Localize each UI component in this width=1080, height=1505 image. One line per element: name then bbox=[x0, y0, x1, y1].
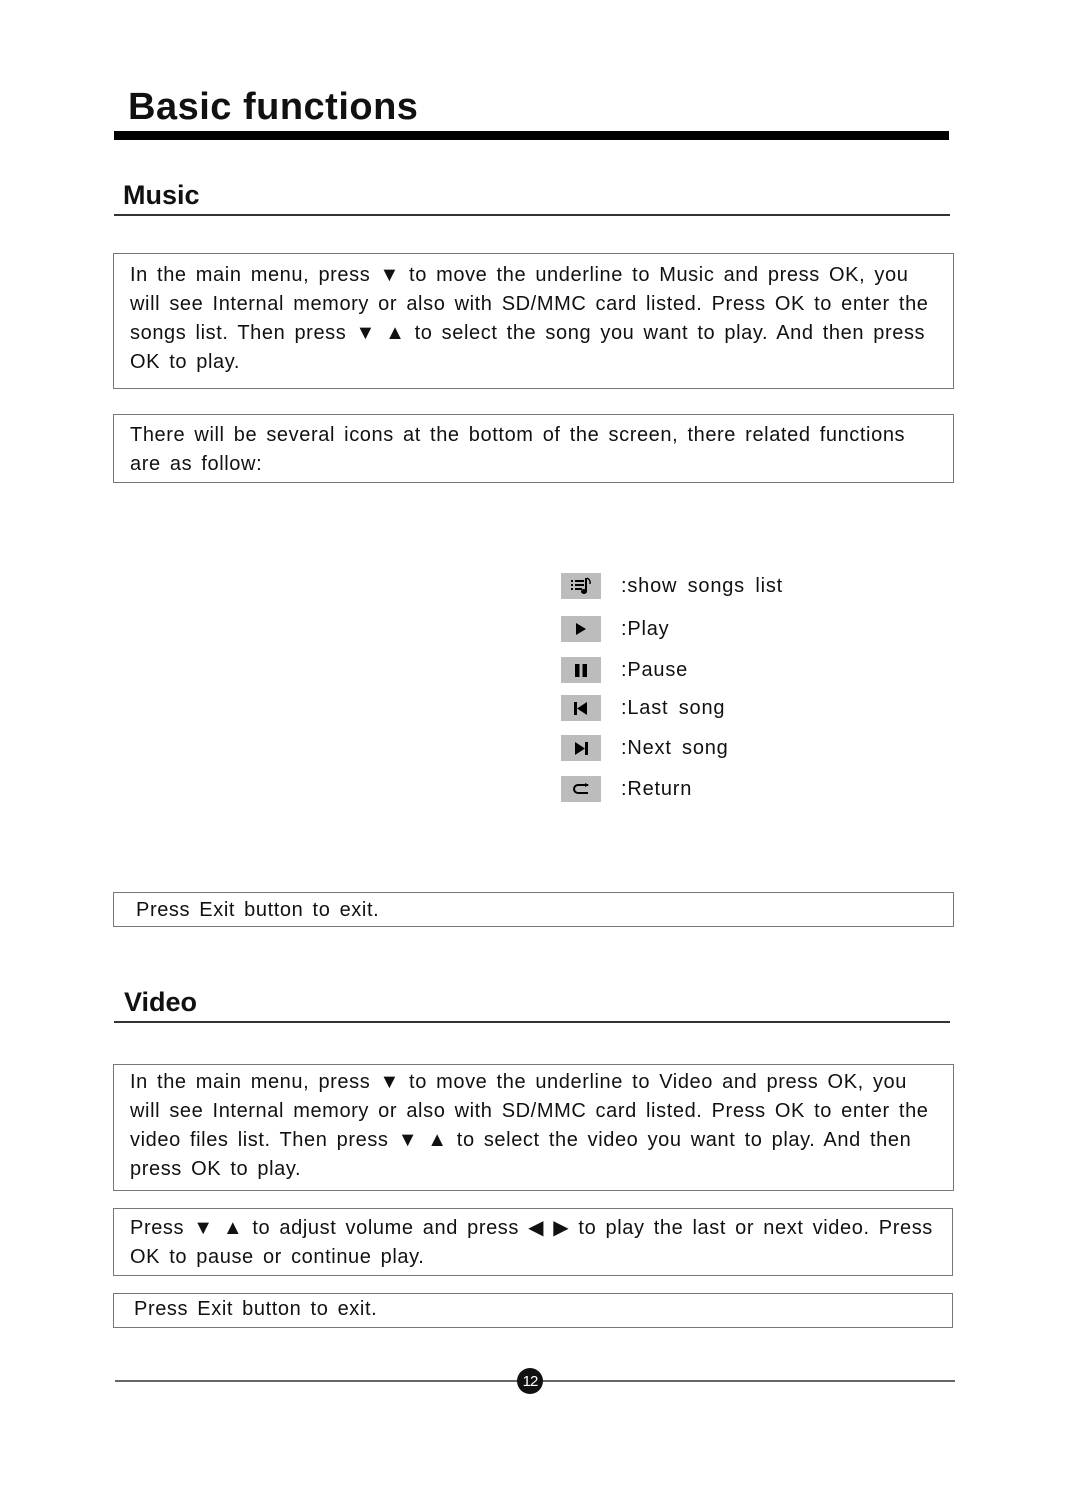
legend-item-pause: :Pause bbox=[561, 656, 688, 684]
title-divider bbox=[114, 131, 949, 140]
previous-track-icon bbox=[561, 695, 601, 721]
music-icons-note-text: There will be several icons at the botto… bbox=[130, 424, 906, 475]
music-exit-text: Press Exit button to exit. bbox=[136, 899, 380, 921]
page-title: Basic functions bbox=[128, 86, 419, 128]
legend-item-next-song: :Next song bbox=[561, 734, 729, 762]
music-intro-box: In the main menu, press ▼ to move the un… bbox=[113, 253, 954, 389]
video-controls-box: Press ▼ ▲ to adjust volume and press ◀ ▶… bbox=[113, 1208, 953, 1276]
legend-item-songs-list: :show songs list bbox=[561, 572, 783, 600]
music-exit-box: Press Exit button to exit. bbox=[113, 892, 954, 927]
video-intro-text: In the main menu, press ▼ to move the un… bbox=[130, 1071, 929, 1180]
return-icon bbox=[561, 776, 601, 802]
legend-label: :Return bbox=[621, 777, 693, 800]
legend-label: :Next song bbox=[621, 736, 729, 759]
legend-item-last-song: :Last song bbox=[561, 694, 725, 722]
pause-icon bbox=[561, 657, 601, 683]
video-controls-text: Press ▼ ▲ to adjust volume and press ◀ ▶… bbox=[130, 1217, 933, 1268]
music-icons-note-box: There will be several icons at the botto… bbox=[113, 414, 954, 483]
video-exit-box: Press Exit button to exit. bbox=[113, 1293, 953, 1328]
video-intro-box: In the main menu, press ▼ to move the un… bbox=[113, 1064, 954, 1191]
legend-item-return: :Return bbox=[561, 775, 692, 803]
video-exit-text: Press Exit button to exit. bbox=[134, 1298, 378, 1320]
legend-label: :Play bbox=[621, 617, 670, 640]
music-section-divider bbox=[114, 214, 950, 216]
legend-label: :Last song bbox=[621, 696, 726, 719]
next-track-icon bbox=[561, 735, 601, 761]
legend-item-play: :Play bbox=[561, 615, 669, 643]
play-icon bbox=[561, 616, 601, 642]
legend-label: :Pause bbox=[621, 658, 689, 681]
video-section-title: Video bbox=[124, 987, 198, 1017]
music-intro-text: In the main menu, press ▼ to move the un… bbox=[130, 264, 929, 373]
page-number-badge: 12 bbox=[517, 1368, 543, 1394]
music-section-title: Music bbox=[123, 180, 200, 210]
video-section-divider bbox=[114, 1021, 950, 1023]
songs-list-icon bbox=[561, 573, 601, 599]
legend-label: :show songs list bbox=[621, 574, 783, 597]
